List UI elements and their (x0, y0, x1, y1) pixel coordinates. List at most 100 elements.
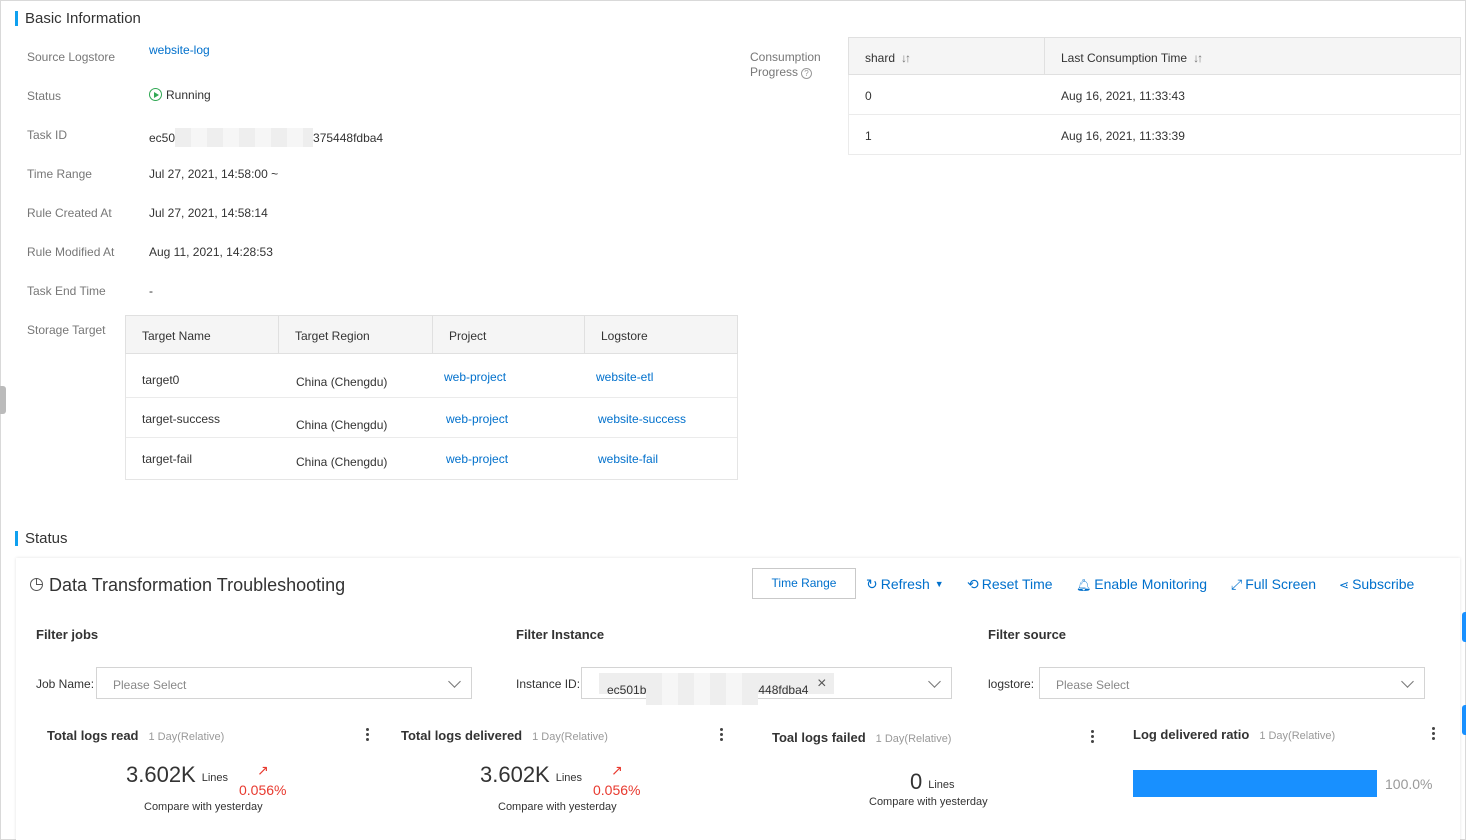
metric-title-total-failed: Toal logs failed 1 Day(Relative) (772, 730, 951, 745)
metric-value: 0 Lines (910, 769, 955, 795)
metric-unit: Lines (201, 772, 229, 784)
ratio-value: 100.0% (1385, 776, 1433, 792)
metric-value-number: 3.602K (126, 762, 196, 787)
subscribe-label: Subscribe (1352, 576, 1415, 592)
metric-title-text: Total logs delivered (401, 728, 523, 743)
col-project: Project (433, 316, 585, 353)
expand-icon: ⤢ (1231, 576, 1243, 592)
enable-monitoring-button[interactable]: 🔔︎ Enable Monitoring (1076, 576, 1207, 592)
chevron-down-icon (928, 675, 941, 688)
chevron-down-icon (448, 675, 461, 688)
job-name-select[interactable]: Please Select (96, 667, 472, 699)
target-name: target-success (142, 412, 221, 426)
refresh-button[interactable]: ↻ Refresh ▼ (866, 576, 944, 593)
status-heading: Status (15, 530, 68, 547)
consumption-time: Aug 16, 2021, 11:33:39 (1061, 129, 1185, 143)
source-logstore-link[interactable]: website-log (149, 43, 210, 57)
bell-icon: 🔔︎ (1076, 578, 1092, 592)
ratio-progress-bar (1133, 770, 1377, 797)
metric-value-number: 3.602K (480, 762, 550, 787)
project-link[interactable]: web-project (444, 370, 506, 384)
filter-source-heading: Filter source (988, 627, 1067, 642)
more-icon[interactable] (1432, 727, 1436, 741)
refresh-icon: ↻ (866, 576, 878, 592)
status-value: Running (149, 88, 211, 102)
col-shard[interactable]: shard ↓↑ (849, 38, 1045, 74)
subscribe-button[interactable]: ⋖ Subscribe (1339, 576, 1414, 592)
rule-modified-value: Aug 11, 2021, 14:28:53 (149, 245, 273, 259)
metric-range: 1 Day(Relative) (1259, 730, 1336, 742)
storage-target-label: Storage Target (27, 323, 106, 337)
refresh-label: Refresh (880, 576, 930, 592)
storage-table-body: target0 China (Chengdu) web-project webs… (125, 354, 738, 480)
right-edge-tab[interactable] (1462, 612, 1466, 642)
sort-icon[interactable]: ↓↑ (901, 38, 911, 78)
target-region: China (Chengdu) (296, 375, 388, 389)
enable-monitoring-label: Enable Monitoring (1094, 576, 1208, 592)
project-link[interactable]: web-project (446, 452, 508, 466)
metric-title-delivered-ratio: Log delivered ratio 1 Day(Relative) (1133, 727, 1335, 742)
metric-range: 1 Day(Relative) (532, 731, 608, 743)
consumption-label-line1: Consumption (750, 50, 821, 64)
target-region: China (Chengdu) (296, 455, 388, 469)
logstore-link[interactable]: website-fail (598, 452, 658, 466)
col-last-consumption-time[interactable]: Last Consumption Time ↓↑ (1045, 38, 1460, 74)
metric-value-number: 0 (910, 769, 923, 794)
share-icon: ⋖ (1339, 578, 1350, 592)
task-end-label: Task End Time (27, 284, 106, 298)
table-row: target-success China (Chengdu) web-proje… (126, 398, 737, 438)
dashboard-title-text: Data Transformation Troubleshooting (49, 575, 346, 595)
shard-value: 1 (865, 129, 872, 143)
col-target-region: Target Region (279, 316, 433, 353)
job-name-label: Job Name: (36, 677, 95, 691)
instance-id-select[interactable]: ec501b 448fdba4 × (581, 667, 952, 705)
logstore-filter-label: logstore: (988, 677, 1035, 691)
time-range-button[interactable]: Time Range (752, 568, 856, 599)
logstore-placeholder: Please Select (1056, 678, 1130, 692)
help-icon[interactable]: ? (801, 68, 813, 79)
chevron-down-icon (1401, 675, 1414, 688)
status-text: Running (166, 88, 211, 102)
logstore-link[interactable]: website-etl (596, 370, 653, 384)
dashboard-title: Data Transformation Troubleshooting (30, 575, 345, 596)
logstore-link[interactable]: website-success (598, 412, 686, 426)
job-name-placeholder: Please Select (113, 678, 187, 692)
sort-icon[interactable]: ↓↑ (1193, 38, 1203, 78)
table-row: 1 Aug 16, 2021, 11:33:39 (848, 115, 1461, 155)
more-icon[interactable] (1091, 730, 1095, 744)
instance-tag-suffix: 448fdba4 (758, 683, 809, 697)
project-link[interactable]: web-project (446, 412, 508, 426)
consumption-table-header: shard ↓↑ Last Consumption Time ↓↑ (848, 37, 1461, 75)
metric-title-text: Toal logs failed (772, 730, 866, 745)
full-screen-button[interactable]: ⤢ Full Screen (1231, 576, 1316, 593)
metric-change: 0.056% (593, 782, 641, 798)
close-icon[interactable]: × (817, 673, 826, 694)
target-name: target0 (142, 373, 180, 387)
time-range-value: Jul 27, 2021, 14:58:00 ~ (149, 167, 279, 181)
redacted-mask (646, 673, 759, 705)
reset-time-button[interactable]: ⟲ Reset Time (967, 576, 1053, 593)
consumption-time: Aug 16, 2021, 11:33:43 (1061, 89, 1185, 103)
metric-range: 1 Day(Relative) (875, 733, 952, 745)
metric-title-text: Total logs read (47, 728, 139, 743)
task-id-prefix: ec50 (149, 131, 176, 145)
metric-value: 3.602K Lines (126, 762, 228, 788)
table-row: target0 China (Chengdu) web-project webs… (126, 358, 737, 398)
col-logstore: Logstore (601, 329, 648, 343)
full-screen-label: Full Screen (1245, 576, 1317, 592)
storage-table-header: Target Name Target Region Project Logsto… (125, 315, 738, 354)
more-icon[interactable] (720, 728, 724, 742)
metric-compare: Compare with yesterday (144, 801, 263, 813)
metric-compare: Compare with yesterday (498, 801, 617, 813)
sidebar-collapse-handle[interactable] (0, 386, 6, 414)
more-icon[interactable] (366, 728, 370, 742)
logstore-select[interactable]: Please Select (1039, 667, 1425, 699)
right-edge-tab-2[interactable] (1462, 705, 1466, 735)
target-region: China (Chengdu) (296, 418, 388, 432)
time-range-label: Time Range (27, 167, 92, 181)
source-logstore-label: Source Logstore (27, 50, 116, 64)
reset-time-label: Reset Time (981, 576, 1053, 592)
metric-value: 3.602K Lines (480, 762, 582, 788)
metric-compare: Compare with yesterday (869, 796, 988, 808)
filter-instance-heading: Filter Instance (516, 627, 605, 642)
